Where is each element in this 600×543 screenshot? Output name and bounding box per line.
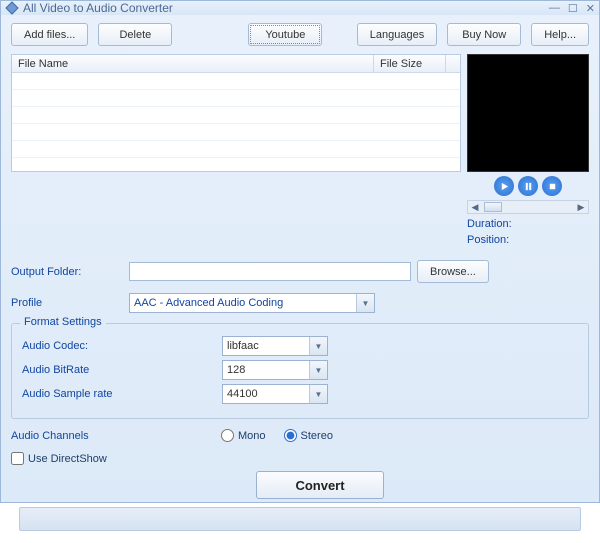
audio-sample-rate-label: Audio Sample rate <box>22 388 222 400</box>
play-button[interactable] <box>494 176 514 196</box>
audio-bitrate-value: 128 <box>227 364 245 376</box>
toolbar: Add files... Delete Youtube Languages Bu… <box>1 15 599 54</box>
audio-bitrate-label: Audio BitRate <box>22 364 222 376</box>
scroll-right-icon[interactable]: ▶ <box>574 202 588 213</box>
table-row <box>12 124 460 141</box>
content-area: File Name File Size <box>1 54 599 543</box>
table-row <box>12 141 460 158</box>
use-directshow-checkbox[interactable] <box>11 452 24 465</box>
output-folder-input[interactable] <box>129 262 411 281</box>
titlebar: All Video to Audio Converter — ☐ ✕ <box>1 1 599 15</box>
output-folder-row: Output Folder: Browse... <box>11 260 589 283</box>
stop-button[interactable] <box>542 176 562 196</box>
chevron-down-icon: ▼ <box>309 361 327 379</box>
chevron-down-icon: ▼ <box>309 385 327 403</box>
format-settings-legend: Format Settings <box>20 316 106 328</box>
table-body <box>12 73 460 171</box>
maximize-button[interactable]: ☐ <box>568 2 578 15</box>
window-title: All Video to Audio Converter <box>23 1 549 15</box>
audio-codec-value: libfaac <box>227 340 259 352</box>
profile-label: Profile <box>11 297 123 309</box>
audio-channels-row: Audio Channels Mono Stereo <box>11 429 589 442</box>
stereo-radio-label: Stereo <box>301 430 333 442</box>
buy-now-button[interactable]: Buy Now <box>447 23 521 46</box>
minimize-button[interactable]: — <box>549 2 560 15</box>
add-files-button[interactable]: Add files... <box>11 23 88 46</box>
browse-button[interactable]: Browse... <box>417 260 489 283</box>
profile-row: Profile AAC - Advanced Audio Coding ▼ <box>11 293 589 313</box>
audio-codec-select[interactable]: libfaac ▼ <box>222 336 328 356</box>
use-directshow-label: Use DirectShow <box>28 453 107 465</box>
preview-panel: ◀ ▶ Duration: Position: <box>467 54 589 246</box>
format-settings-group: Format Settings Audio Codec: libfaac ▼ A… <box>11 323 589 419</box>
youtube-button[interactable]: Youtube <box>248 23 322 46</box>
scroll-left-icon[interactable]: ◀ <box>468 202 482 213</box>
audio-bitrate-select[interactable]: 128 ▼ <box>222 360 328 380</box>
stereo-radio[interactable]: Stereo <box>284 429 333 442</box>
help-button[interactable]: Help... <box>531 23 589 46</box>
table-header: File Name File Size <box>12 55 460 73</box>
seek-scrollbar[interactable]: ◀ ▶ <box>467 200 589 214</box>
convert-button[interactable]: Convert <box>256 471 384 499</box>
profile-select[interactable]: AAC - Advanced Audio Coding ▼ <box>129 293 375 313</box>
scroll-thumb[interactable] <box>484 202 502 212</box>
status-bar <box>19 507 581 531</box>
audio-channels-group: Mono Stereo <box>221 429 333 442</box>
table-row <box>12 158 460 171</box>
pause-button[interactable] <box>518 176 538 196</box>
audio-sample-rate-value: 44100 <box>227 388 258 400</box>
col-file-name[interactable]: File Name <box>12 55 374 72</box>
convert-row: Convert <box>51 471 589 499</box>
table-row <box>12 90 460 107</box>
chevron-down-icon: ▼ <box>309 337 327 355</box>
media-controls <box>467 176 589 196</box>
mono-radio-label: Mono <box>238 430 266 442</box>
delete-button[interactable]: Delete <box>98 23 172 46</box>
directshow-row: Use DirectShow <box>11 452 589 465</box>
audio-codec-label: Audio Codec: <box>22 340 222 352</box>
app-icon <box>5 1 19 15</box>
output-folder-label: Output Folder: <box>11 266 123 278</box>
audio-channels-label: Audio Channels <box>11 430 215 442</box>
window-controls: — ☐ ✕ <box>549 2 595 15</box>
languages-button[interactable]: Languages <box>357 23 437 46</box>
video-preview <box>467 54 589 172</box>
mono-radio[interactable]: Mono <box>221 429 266 442</box>
close-button[interactable]: ✕ <box>586 2 595 15</box>
table-row <box>12 73 460 90</box>
position-label: Position: <box>467 234 589 246</box>
duration-label: Duration: <box>467 218 589 230</box>
chevron-down-icon: ▼ <box>356 294 374 312</box>
audio-sample-rate-select[interactable]: 44100 ▼ <box>222 384 328 404</box>
col-end <box>446 55 460 72</box>
col-file-size[interactable]: File Size <box>374 55 446 72</box>
app-window: All Video to Audio Converter — ☐ ✕ Add f… <box>0 0 600 503</box>
table-row <box>12 107 460 124</box>
file-table[interactable]: File Name File Size <box>11 54 461 172</box>
profile-value: AAC - Advanced Audio Coding <box>134 297 283 309</box>
